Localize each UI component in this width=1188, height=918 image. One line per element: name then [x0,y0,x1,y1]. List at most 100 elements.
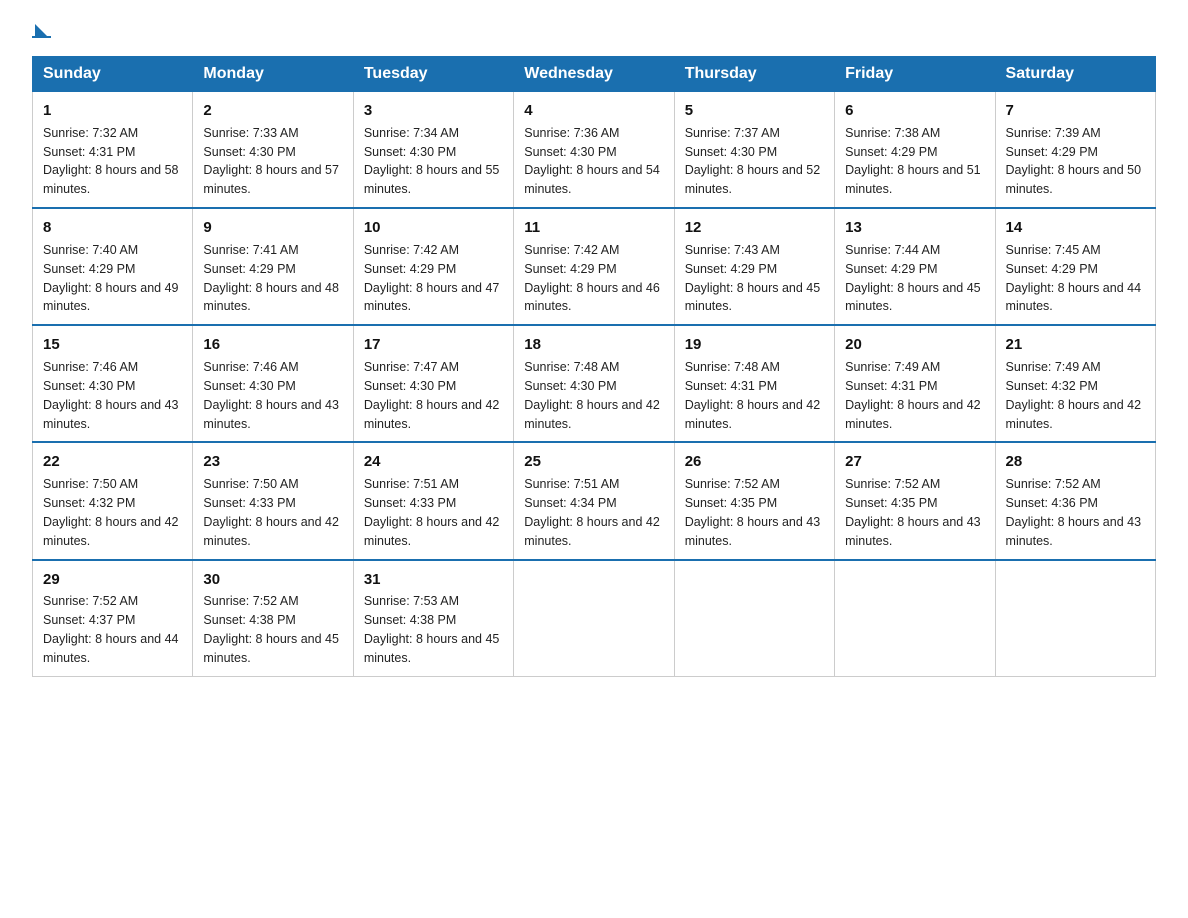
day-info: Sunrise: 7:53 AMSunset: 4:38 PMDaylight:… [364,594,500,665]
col-header-monday: Monday [193,57,353,92]
day-info: Sunrise: 7:46 AMSunset: 4:30 PMDaylight:… [203,360,339,431]
calendar-cell [674,560,834,677]
calendar-cell: 7 Sunrise: 7:39 AMSunset: 4:29 PMDayligh… [995,92,1155,209]
calendar-cell: 4 Sunrise: 7:36 AMSunset: 4:30 PMDayligh… [514,92,674,209]
day-info: Sunrise: 7:37 AMSunset: 4:30 PMDaylight:… [685,126,821,197]
day-number: 19 [685,334,824,356]
day-info: Sunrise: 7:44 AMSunset: 4:29 PMDaylight:… [845,243,981,314]
page-header [32,24,1156,38]
col-header-friday: Friday [835,57,995,92]
calendar-cell: 14 Sunrise: 7:45 AMSunset: 4:29 PMDaylig… [995,208,1155,325]
day-info: Sunrise: 7:41 AMSunset: 4:29 PMDaylight:… [203,243,339,314]
day-info: Sunrise: 7:43 AMSunset: 4:29 PMDaylight:… [685,243,821,314]
day-number: 28 [1006,451,1145,473]
day-number: 5 [685,100,824,122]
day-number: 24 [364,451,503,473]
day-number: 12 [685,217,824,239]
day-number: 1 [43,100,182,122]
day-info: Sunrise: 7:42 AMSunset: 4:29 PMDaylight:… [524,243,660,314]
calendar-cell: 12 Sunrise: 7:43 AMSunset: 4:29 PMDaylig… [674,208,834,325]
day-info: Sunrise: 7:52 AMSunset: 4:37 PMDaylight:… [43,594,179,665]
calendar-cell: 3 Sunrise: 7:34 AMSunset: 4:30 PMDayligh… [353,92,513,209]
day-number: 20 [845,334,984,356]
day-info: Sunrise: 7:47 AMSunset: 4:30 PMDaylight:… [364,360,500,431]
col-header-tuesday: Tuesday [353,57,513,92]
day-info: Sunrise: 7:45 AMSunset: 4:29 PMDaylight:… [1006,243,1142,314]
day-number: 27 [845,451,984,473]
day-number: 16 [203,334,342,356]
calendar-header-row: SundayMondayTuesdayWednesdayThursdayFrid… [33,57,1156,92]
col-header-saturday: Saturday [995,57,1155,92]
day-number: 14 [1006,217,1145,239]
day-number: 8 [43,217,182,239]
calendar-cell: 8 Sunrise: 7:40 AMSunset: 4:29 PMDayligh… [33,208,193,325]
day-number: 6 [845,100,984,122]
calendar-cell: 31 Sunrise: 7:53 AMSunset: 4:38 PMDaylig… [353,560,513,677]
day-info: Sunrise: 7:42 AMSunset: 4:29 PMDaylight:… [364,243,500,314]
day-number: 7 [1006,100,1145,122]
day-number: 2 [203,100,342,122]
day-number: 25 [524,451,663,473]
calendar-week-row: 22 Sunrise: 7:50 AMSunset: 4:32 PMDaylig… [33,442,1156,559]
day-number: 15 [43,334,182,356]
calendar-cell: 24 Sunrise: 7:51 AMSunset: 4:33 PMDaylig… [353,442,513,559]
day-number: 21 [1006,334,1145,356]
day-info: Sunrise: 7:39 AMSunset: 4:29 PMDaylight:… [1006,126,1142,197]
day-info: Sunrise: 7:48 AMSunset: 4:31 PMDaylight:… [685,360,821,431]
day-number: 17 [364,334,503,356]
calendar-cell: 9 Sunrise: 7:41 AMSunset: 4:29 PMDayligh… [193,208,353,325]
calendar-week-row: 8 Sunrise: 7:40 AMSunset: 4:29 PMDayligh… [33,208,1156,325]
calendar-table: SundayMondayTuesdayWednesdayThursdayFrid… [32,56,1156,677]
day-number: 29 [43,569,182,591]
calendar-cell: 11 Sunrise: 7:42 AMSunset: 4:29 PMDaylig… [514,208,674,325]
day-info: Sunrise: 7:48 AMSunset: 4:30 PMDaylight:… [524,360,660,431]
day-info: Sunrise: 7:50 AMSunset: 4:33 PMDaylight:… [203,477,339,548]
calendar-cell [835,560,995,677]
day-number: 31 [364,569,503,591]
day-number: 30 [203,569,342,591]
day-info: Sunrise: 7:49 AMSunset: 4:31 PMDaylight:… [845,360,981,431]
day-number: 22 [43,451,182,473]
logo [32,24,51,38]
day-info: Sunrise: 7:38 AMSunset: 4:29 PMDaylight:… [845,126,981,197]
calendar-cell: 6 Sunrise: 7:38 AMSunset: 4:29 PMDayligh… [835,92,995,209]
calendar-cell: 18 Sunrise: 7:48 AMSunset: 4:30 PMDaylig… [514,325,674,442]
day-info: Sunrise: 7:40 AMSunset: 4:29 PMDaylight:… [43,243,179,314]
calendar-week-row: 1 Sunrise: 7:32 AMSunset: 4:31 PMDayligh… [33,92,1156,209]
calendar-cell: 20 Sunrise: 7:49 AMSunset: 4:31 PMDaylig… [835,325,995,442]
day-number: 3 [364,100,503,122]
day-number: 10 [364,217,503,239]
logo-underline [32,36,51,38]
calendar-cell: 13 Sunrise: 7:44 AMSunset: 4:29 PMDaylig… [835,208,995,325]
calendar-cell [514,560,674,677]
day-info: Sunrise: 7:49 AMSunset: 4:32 PMDaylight:… [1006,360,1142,431]
day-number: 11 [524,217,663,239]
calendar-cell [995,560,1155,677]
day-info: Sunrise: 7:52 AMSunset: 4:35 PMDaylight:… [845,477,981,548]
calendar-cell: 25 Sunrise: 7:51 AMSunset: 4:34 PMDaylig… [514,442,674,559]
calendar-cell: 16 Sunrise: 7:46 AMSunset: 4:30 PMDaylig… [193,325,353,442]
day-info: Sunrise: 7:33 AMSunset: 4:30 PMDaylight:… [203,126,339,197]
calendar-cell: 17 Sunrise: 7:47 AMSunset: 4:30 PMDaylig… [353,325,513,442]
calendar-cell: 23 Sunrise: 7:50 AMSunset: 4:33 PMDaylig… [193,442,353,559]
calendar-cell: 1 Sunrise: 7:32 AMSunset: 4:31 PMDayligh… [33,92,193,209]
calendar-cell: 30 Sunrise: 7:52 AMSunset: 4:38 PMDaylig… [193,560,353,677]
calendar-cell: 5 Sunrise: 7:37 AMSunset: 4:30 PMDayligh… [674,92,834,209]
day-info: Sunrise: 7:52 AMSunset: 4:36 PMDaylight:… [1006,477,1142,548]
calendar-cell: 29 Sunrise: 7:52 AMSunset: 4:37 PMDaylig… [33,560,193,677]
day-info: Sunrise: 7:50 AMSunset: 4:32 PMDaylight:… [43,477,179,548]
calendar-cell: 2 Sunrise: 7:33 AMSunset: 4:30 PMDayligh… [193,92,353,209]
col-header-sunday: Sunday [33,57,193,92]
day-info: Sunrise: 7:52 AMSunset: 4:38 PMDaylight:… [203,594,339,665]
calendar-cell: 22 Sunrise: 7:50 AMSunset: 4:32 PMDaylig… [33,442,193,559]
day-number: 26 [685,451,824,473]
day-info: Sunrise: 7:34 AMSunset: 4:30 PMDaylight:… [364,126,500,197]
col-header-wednesday: Wednesday [514,57,674,92]
col-header-thursday: Thursday [674,57,834,92]
day-info: Sunrise: 7:51 AMSunset: 4:34 PMDaylight:… [524,477,660,548]
day-number: 23 [203,451,342,473]
calendar-cell: 26 Sunrise: 7:52 AMSunset: 4:35 PMDaylig… [674,442,834,559]
calendar-cell: 19 Sunrise: 7:48 AMSunset: 4:31 PMDaylig… [674,325,834,442]
calendar-cell: 27 Sunrise: 7:52 AMSunset: 4:35 PMDaylig… [835,442,995,559]
day-info: Sunrise: 7:52 AMSunset: 4:35 PMDaylight:… [685,477,821,548]
